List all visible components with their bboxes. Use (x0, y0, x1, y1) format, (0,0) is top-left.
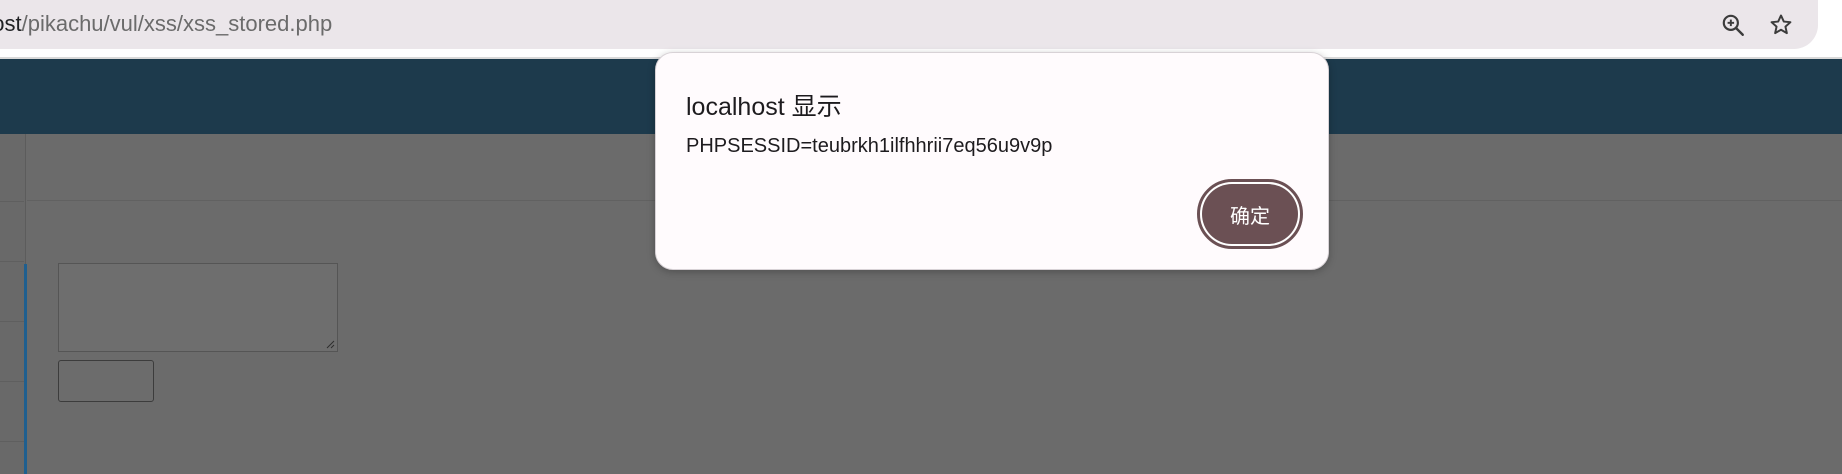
submit-button[interactable] (58, 360, 154, 402)
address-bar[interactable]: host/pikachu/vul/xss/xss_stored.php (0, 0, 1818, 49)
sidebar-divider (0, 441, 24, 442)
sidebar (0, 134, 26, 474)
sidebar-divider (0, 321, 24, 322)
dialog-title: localhost 显示 (686, 93, 842, 121)
sidebar-divider (0, 201, 24, 202)
url-text[interactable]: host/pikachu/vul/xss/xss_stored.php (0, 11, 332, 37)
alert-dialog: localhost 显示 PHPSESSID=teubrkh1ilfhhrii7… (655, 52, 1329, 270)
browser-toolbar: host/pikachu/vul/xss/xss_stored.php (0, 0, 1842, 57)
zoom-icon[interactable] (1718, 10, 1748, 40)
dialog-message: PHPSESSID=teubrkh1ilfhhrii7eq56u9v9p (686, 135, 1053, 157)
resize-grip-icon[interactable] (325, 339, 335, 349)
url-host: host (0, 11, 22, 36)
sidebar-divider (0, 381, 24, 382)
browser-window: host/pikachu/vul/xss/xss_stored.php (0, 0, 1842, 474)
ok-button[interactable]: 确定 (1197, 179, 1303, 249)
ok-button-label: 确定 (1202, 184, 1298, 244)
message-textarea[interactable] (58, 263, 338, 352)
sidebar-divider (0, 261, 24, 262)
url-path: /pikachu/vul/xss/xss_stored.php (21, 11, 333, 36)
sidebar-active-indicator (24, 264, 27, 474)
star-icon[interactable] (1766, 10, 1796, 40)
